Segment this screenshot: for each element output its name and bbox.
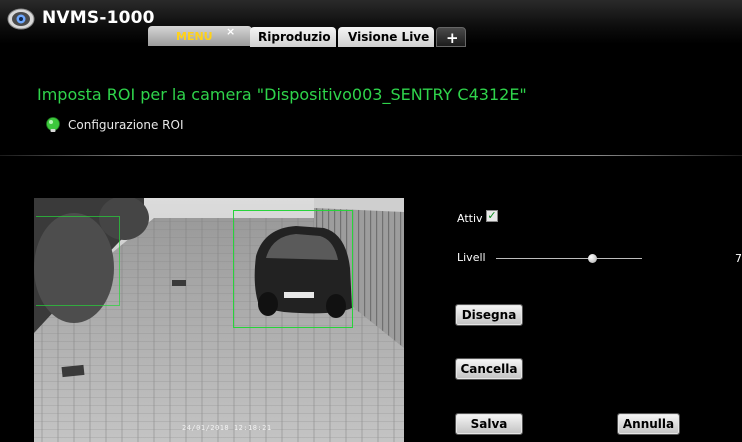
app-title: NVMS-1000 [42,8,155,28]
section-subtitle: Configurazione ROI [68,118,184,132]
attiv-label: Attiv [457,212,483,225]
osd-timestamp: 24/01/2018 12:18:21 [182,424,272,432]
cancella-button[interactable]: Cancella [455,358,523,380]
camera-lens-icon [7,8,35,30]
nvms-window: NVMS-1000 MENU × Riproduzio Visione Live… [0,0,742,442]
tab-menu[interactable]: MENU × [148,25,252,46]
roi-region-secondary[interactable] [36,216,120,306]
tab-riproduzione[interactable]: Riproduzio [250,27,336,47]
livell-slider-thumb[interactable] [587,254,597,263]
tab-visione-live-label: Visione Live [348,30,430,44]
tab-visione-live[interactable]: Visione Live [338,27,434,47]
close-icon[interactable]: × [226,22,235,42]
header-divider [0,155,742,156]
livell-value: 7 [735,252,742,265]
title-tab-bar: NVMS-1000 MENU × Riproduzio Visione Live… [0,0,742,47]
tab-riproduzione-label: Riproduzio [258,30,331,44]
salva-button[interactable]: Salva [455,413,523,435]
livell-slider-track[interactable] [496,258,642,259]
livell-label: Livell [457,251,486,264]
page-title: Imposta ROI per la camera "Dispositivo00… [37,85,527,104]
green-bulb-icon [46,117,60,132]
attiv-checkbox[interactable]: ✓ [486,210,498,222]
disegna-button[interactable]: Disegna [455,304,523,326]
add-tab-button[interactable]: + [436,27,466,47]
roi-region[interactable] [233,210,353,328]
plus-icon: + [446,29,459,47]
tab-menu-label: MENU [176,30,213,43]
annulla-button[interactable]: Annulla [617,413,680,435]
camera-preview[interactable]: 24/01/2018 12:18:21 [34,198,404,442]
